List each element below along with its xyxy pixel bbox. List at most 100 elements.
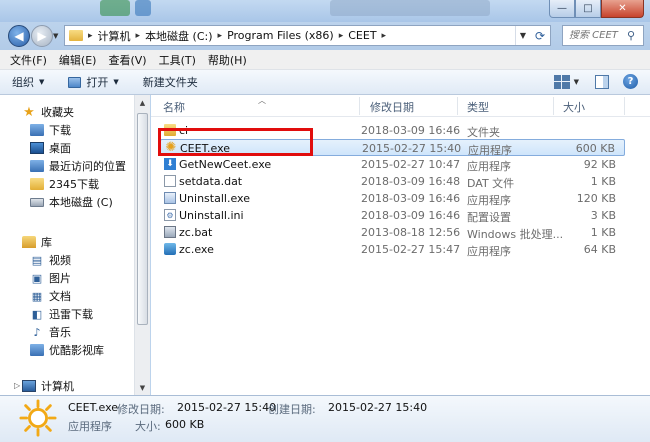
nav-item-label: 本地磁盘 (C) <box>49 196 113 209</box>
nav-computer[interactable]: 计算机 <box>22 377 74 395</box>
breadcrumb-ceet[interactable]: CEET <box>348 29 376 42</box>
menu-file[interactable]: 文件(F) <box>10 52 47 68</box>
nav-item-recent[interactable]: 最近访问的位置 <box>30 157 126 175</box>
scroll-thumb[interactable] <box>137 113 148 325</box>
nav-item-downloads[interactable]: 下载 <box>30 121 71 139</box>
search-icon[interactable]: ⚲ <box>627 29 635 42</box>
chevron-right-icon[interactable]: ▸ <box>382 31 387 41</box>
new-folder-button[interactable]: 新建文件夹 <box>143 74 198 90</box>
download-arrow-icon: ⬇ <box>164 158 176 170</box>
batch-file-icon <box>164 226 176 238</box>
sort-ascending-icon: ︿ <box>258 96 266 105</box>
column-date[interactable]: 修改日期 <box>370 99 414 115</box>
file-type: 应用程序 <box>467 245 511 258</box>
address-bar[interactable]: ▸ 计算机 ▸ 本地磁盘 (C:) ▸ Program Files (x86) … <box>64 25 551 46</box>
file-date: 2015-02-27 15:47 <box>361 243 461 256</box>
menu-help[interactable]: 帮助(H) <box>208 52 247 68</box>
file-date: 2018-03-09 16:48 <box>361 175 461 188</box>
music-icon: ♪ <box>33 325 41 339</box>
nav-item-desktop[interactable]: 桌面 <box>30 139 71 157</box>
expand-arrow-icon[interactable]: ▷ <box>14 381 20 390</box>
file-row-zc-exe[interactable]: zc.exe 2015-02-27 15:47 应用程序 64 KB <box>160 241 625 258</box>
nav-item-label: 文档 <box>49 290 71 303</box>
file-row-setdata[interactable]: setdata.dat 2018-03-09 16:48 DAT 文件 1 KB <box>160 173 625 190</box>
file-row-uninstall-exe[interactable]: Uninstall.exe 2018-03-09 16:46 应用程序 120 … <box>160 190 625 207</box>
change-view-icon[interactable] <box>553 74 570 89</box>
scroll-down-arrow-icon[interactable]: ▼ <box>135 380 150 395</box>
nav-item-label: 图片 <box>49 272 71 285</box>
file-row-zc-bat[interactable]: zc.bat 2013-08-18 12:56 Windows 批处理... 1… <box>160 224 625 241</box>
details-modified-value: 2015-02-27 15:40 <box>177 401 277 414</box>
view-options-dropdown[interactable]: ▼ <box>574 78 579 86</box>
details-filename: CEET.exe <box>68 401 119 414</box>
recent-places-icon <box>30 160 44 172</box>
pictures-icon: ▣ <box>31 271 43 285</box>
close-button[interactable]: ✕ <box>601 0 644 18</box>
maximize-button[interactable]: □ <box>575 0 601 18</box>
nav-item-label: 最近访问的位置 <box>49 160 126 173</box>
nav-item-music[interactable]: ♪ 音乐 <box>30 323 71 341</box>
search-input[interactable] <box>569 30 625 41</box>
nav-item-youku[interactable]: 优酷影视库 <box>30 341 104 359</box>
chevron-right-icon[interactable]: ▸ <box>88 31 93 41</box>
help-icon[interactable]: ? <box>623 74 638 89</box>
file-type: 文件夹 <box>467 126 500 139</box>
nav-favorites[interactable]: ★ 收藏夹 <box>22 103 74 121</box>
nav-item-pictures[interactable]: ▣ 图片 <box>30 269 71 287</box>
chevron-right-icon[interactable]: ▸ <box>136 31 141 41</box>
minimize-button[interactable]: — <box>549 0 575 18</box>
nav-item-videos[interactable]: ▤ 视频 <box>30 251 71 269</box>
scroll-up-arrow-icon[interactable]: ▲ <box>135 95 150 110</box>
file-row-uninstall-ini[interactable]: ⚙ Uninstall.ini 2018-03-09 16:46 配置设置 3 … <box>160 207 625 224</box>
command-toolbar: 组织 ▼ 打开 ▼ 新建文件夹 ▼ ? <box>0 70 650 95</box>
preview-pane-icon[interactable] <box>595 74 609 89</box>
organize-button[interactable]: 组织 ▼ <box>12 74 44 90</box>
new-folder-label: 新建文件夹 <box>142 76 198 89</box>
chevron-right-icon[interactable]: ▸ <box>339 31 344 41</box>
column-name[interactable]: 名称 <box>163 99 185 115</box>
drive-icon <box>30 197 44 207</box>
menu-tools[interactable]: 工具(T) <box>159 52 196 68</box>
nav-item-label: 音乐 <box>49 326 71 339</box>
back-arrow-icon: ◀ <box>14 29 24 43</box>
forward-button[interactable]: ▶ <box>31 25 53 47</box>
column-header-row: ︿ 名称 修改日期 类型 大小 <box>151 95 650 117</box>
refresh-button[interactable]: ⟳ <box>530 26 550 45</box>
breadcrumb-program-files[interactable]: Program Files (x86) <box>227 29 334 42</box>
file-size: 600 KB <box>575 142 615 155</box>
column-type[interactable]: 类型 <box>467 99 489 115</box>
nav-item-local-disk[interactable]: 本地磁盘 (C) <box>30 193 113 211</box>
details-type: 应用程序 <box>68 420 112 433</box>
nav-libraries[interactable]: 库 <box>22 233 52 251</box>
maximize-icon: □ <box>583 3 593 14</box>
ceet-sun-icon <box>19 399 57 437</box>
chevron-right-icon[interactable]: ▸ <box>218 31 223 41</box>
nav-computer-label: 计算机 <box>41 380 74 393</box>
open-button[interactable]: 打开 ▼ <box>68 74 119 90</box>
nav-item-label: 2345下载 <box>49 178 99 191</box>
youku-library-icon <box>30 344 44 356</box>
menu-edit[interactable]: 编辑(E) <box>59 52 97 68</box>
file-size: 64 KB <box>583 243 616 256</box>
nav-item-xunlei[interactable]: ◧ 迅雷下载 <box>30 305 93 323</box>
address-dropdown-button[interactable]: ▼ <box>515 26 530 45</box>
breadcrumb-local-disk[interactable]: 本地磁盘 (C:) <box>145 28 212 44</box>
back-button[interactable]: ◀ <box>8 25 30 47</box>
column-size[interactable]: 大小 <box>563 99 585 115</box>
file-name: GetNewCeet.exe <box>179 158 272 171</box>
nav-item-documents[interactable]: ▦ 文档 <box>30 287 71 305</box>
search-box[interactable]: ⚲ <box>562 25 644 46</box>
nav-scrollbar[interactable]: ▲ ▼ <box>134 95 150 395</box>
details-size-value: 600 KB <box>165 418 205 431</box>
breadcrumb-computer[interactable]: 计算机 <box>98 28 131 44</box>
file-type: DAT 文件 <box>467 177 515 190</box>
desktop-icon <box>30 142 44 154</box>
star-icon: ★ <box>23 104 35 120</box>
open-label: 打开 <box>86 76 109 89</box>
recent-pages-dropdown[interactable]: ▼ <box>53 32 58 40</box>
file-row-getnewceet[interactable]: ⬇ GetNewCeet.exe 2015-02-27 10:47 应用程序 9… <box>160 156 625 173</box>
file-type: Windows 批处理... <box>467 228 564 241</box>
minimize-icon: — <box>557 3 567 14</box>
menu-view[interactable]: 查看(V) <box>108 52 146 68</box>
nav-item-2345-downloads[interactable]: 2345下载 <box>30 175 99 193</box>
